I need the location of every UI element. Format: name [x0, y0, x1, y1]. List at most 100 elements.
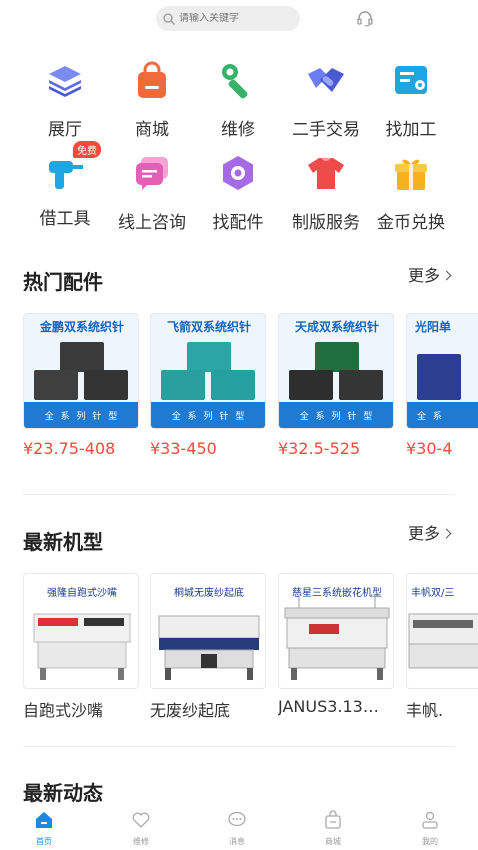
category-processing[interactable]: 找加工 [366, 60, 456, 140]
band-text: 全 系 列 针 型 [171, 412, 247, 422]
product-box [187, 342, 231, 372]
category-borrow-tools[interactable]: 免费 借工具 [20, 141, 110, 229]
bag-icon [325, 810, 341, 829]
part-image-title: 天成双系统织针 [294, 320, 379, 334]
category-coin-exchange[interactable]: 金币兑换 [366, 153, 456, 233]
message-icon [228, 811, 246, 827]
tab-mall[interactable]: 商城 [303, 810, 363, 847]
tab-label: 首页 [36, 837, 52, 846]
part-card[interactable]: 光阳单 全 系 ¥30-4 [406, 313, 478, 458]
part-image-band: 全 系 列 针 型 [279, 402, 393, 428]
part-price: ¥32.5-525 [278, 439, 361, 458]
headset-icon[interactable] [356, 10, 374, 28]
category-mall[interactable]: 商城 [107, 60, 197, 140]
product-box [289, 370, 333, 400]
knitting-machine-illustration [284, 594, 390, 680]
search-input[interactable] [179, 13, 289, 24]
category-label: 制版服务 [292, 213, 360, 233]
part-image-band: 全 系 [407, 402, 478, 428]
search-bar[interactable] [156, 6, 300, 31]
part-image-band: 全 系 列 针 型 [24, 402, 138, 428]
bottom-tab-bar: 首页 维修 消息 商城 我的 [0, 808, 478, 850]
product-box [315, 342, 359, 372]
part-image-title: 飞箭双系统织针 [166, 320, 251, 334]
part-card[interactable]: 飞箭双系统织针 全 系 列 针 型 ¥33-450 [150, 313, 266, 458]
part-card[interactable]: 天成双系统织针 全 系 列 针 型 ¥32.5-525 [278, 313, 394, 458]
tab-label: 商城 [325, 837, 341, 846]
machine-name: 无废纱起底 [150, 701, 231, 720]
part-image-band: 全 系 列 针 型 [151, 402, 265, 428]
drill-icon [49, 161, 83, 189]
news-title: 最新动态 [23, 781, 103, 805]
tab-home[interactable]: 首页 [14, 810, 74, 847]
part-price: ¥30-4 [406, 439, 453, 458]
machine-card[interactable]: 丰帆双/三 丰帆. [406, 573, 478, 721]
gift-icon [395, 159, 427, 190]
layers-icon [49, 66, 81, 97]
knitting-machine-illustration [408, 613, 478, 669]
category-label: 商城 [135, 120, 169, 140]
tab-messages[interactable]: 消息 [207, 810, 267, 847]
band-text: 全 系 列 针 型 [44, 412, 120, 422]
category-row: 免费 借工具 线上咨询 找配件 制版服务 金币兑换 [0, 141, 478, 246]
machine-image: 慈星三系统嵌花机型 [278, 573, 394, 689]
hex-nut-icon [223, 156, 253, 190]
product-box [211, 370, 255, 400]
part-card[interactable]: 金鹏双系统织针 全 系 列 针 型 ¥23.75-408 [23, 313, 139, 458]
heart-icon [132, 812, 150, 828]
part-image: 飞箭双系统织针 全 系 列 针 型 [150, 313, 266, 429]
new-machines-list: 强隆自跑式沙嘴 自跑式沙嘴 桐城无废纱起底 无废纱起底 慈星三系统嵌花机型 JA… [23, 573, 478, 723]
search-icon [163, 12, 175, 25]
chevron-right-icon [441, 528, 452, 539]
category-find-parts[interactable]: 找配件 [193, 153, 283, 233]
part-image-title: 光阳单 [415, 320, 452, 334]
machine-image: 丰帆双/三 [406, 573, 478, 689]
top-bar [0, 6, 478, 32]
new-machines-title: 最新机型 [23, 530, 103, 554]
category-showroom[interactable]: 展厅 [20, 60, 110, 140]
user-icon [422, 811, 438, 829]
part-image: 金鹏双系统织针 全 系 列 针 型 [23, 313, 139, 429]
tab-label: 我的 [422, 837, 438, 846]
new-machines-more-link[interactable]: 更多 [408, 520, 452, 544]
tab-repair[interactable]: 维修 [111, 810, 171, 847]
free-badge: 免费 [73, 141, 101, 158]
product-box [60, 342, 104, 372]
machine-card[interactable]: 强隆自跑式沙嘴 自跑式沙嘴 [23, 573, 139, 721]
product-box [34, 370, 78, 400]
category-repair[interactable]: 维修 [193, 60, 283, 140]
hot-parts-list: 金鹏双系统织针 全 系 列 针 型 ¥23.75-408 飞箭双系统织针 全 系… [23, 313, 478, 463]
category-label: 借工具 [39, 209, 91, 229]
product-box [339, 370, 383, 400]
category-label: 线上咨询 [118, 213, 186, 233]
band-text: 全 系 列 针 型 [299, 412, 375, 422]
tab-profile[interactable]: 我的 [400, 810, 460, 847]
category-second-hand[interactable]: 二手交易 [281, 60, 371, 140]
hot-parts-title: 热门配件 [23, 270, 103, 294]
category-online-consult[interactable]: 线上咨询 [107, 153, 197, 233]
category-label: 展厅 [48, 120, 82, 140]
category-grid: 展厅 商城 维修 二手交易 找加工 免费 借工具 线上咨询 找配件 制版服务 金… [0, 60, 478, 246]
part-image: 天成双系统织针 全 系 列 针 型 [278, 313, 394, 429]
machine-card[interactable]: 桐城无废纱起底 无废纱起底 [150, 573, 266, 721]
category-label: 找加工 [385, 120, 437, 140]
chat-icon [136, 157, 168, 190]
product-box [417, 354, 461, 400]
band-text: 全 系 [417, 412, 444, 422]
factory-icon [395, 66, 427, 94]
section-divider [23, 746, 455, 747]
knitting-machine-illustration [158, 615, 260, 680]
machine-card[interactable]: 慈星三系统嵌花机型 JANUS3.13… [278, 573, 394, 716]
part-price: ¥33-450 [150, 439, 217, 458]
tshirt-icon [308, 158, 344, 189]
shopping-bag-icon [138, 61, 166, 98]
category-label: 维修 [221, 120, 255, 140]
hot-parts-more-link[interactable]: 更多 [408, 262, 452, 286]
part-image: 光阳单 全 系 [406, 313, 478, 429]
machine-image: 桐城无废纱起底 [150, 573, 266, 689]
knitting-machine-illustration [33, 613, 131, 680]
handshake-icon [308, 68, 344, 92]
machine-name: JANUS3.13… [278, 697, 379, 716]
category-pattern-service[interactable]: 制版服务 [281, 153, 371, 233]
section-divider [23, 494, 455, 495]
